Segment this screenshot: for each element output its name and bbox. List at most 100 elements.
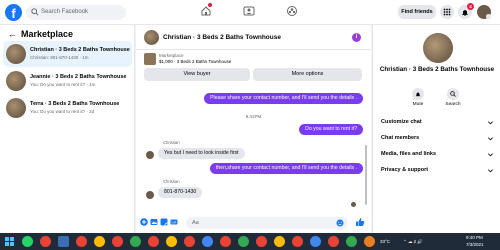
chat-scrollbar[interactable] — [365, 145, 367, 205]
conversation-item-jeannie[interactable]: Jeannie · 3 Beds 2 Baths Townhouse You: … — [3, 68, 132, 94]
customize-chat-row[interactable]: Customize chat — [378, 117, 496, 129]
conversation-item-christian[interactable]: Christian · 3 Beds 2 Baths Townhouse Chr… — [3, 41, 132, 67]
chrome-icon[interactable] — [148, 236, 159, 247]
conversation-large-thumbnail[interactable] — [423, 33, 453, 63]
message-input[interactable]: Aa — [186, 217, 348, 229]
outgoing-message: Do you want to rent it? — [299, 124, 363, 135]
sender-name: Christian — [163, 179, 180, 184]
incoming-message: 801-870-1430 — [158, 187, 203, 198]
chat-title[interactable]: Christian · 3 Beds 2 Baths Townhouse — [163, 34, 281, 41]
chrome-icon[interactable] — [40, 236, 51, 247]
app-icon[interactable] — [58, 236, 69, 247]
chat-thumbnail[interactable] — [144, 30, 159, 45]
chat-members-row[interactable]: Chat members — [378, 133, 496, 145]
marketplace-inbox-sidebar: ← Marketplace Christian · 3 Beds 2 Baths … — [0, 25, 135, 233]
groups-icon[interactable] — [243, 5, 255, 17]
seen-indicator-avatar — [351, 202, 356, 207]
taskbar-date[interactable]: 7/3/2021 — [466, 242, 484, 247]
search-icon — [31, 8, 39, 16]
sticker-icon[interactable] — [160, 218, 168, 226]
listing-thumbnail — [144, 53, 156, 65]
chrome-icon[interactable] — [112, 236, 123, 247]
thumbs-up-icon[interactable] — [355, 217, 365, 227]
conversation-preview: You: Do you want to rent it? · 2d — [30, 109, 95, 114]
chrome-icon[interactable] — [220, 236, 231, 247]
chrome-icon[interactable] — [328, 236, 339, 247]
chrome-icon[interactable] — [292, 236, 303, 247]
chrome-icon[interactable] — [76, 236, 87, 247]
chevron-down-icon — [488, 121, 493, 125]
search-button-circle — [447, 88, 459, 100]
conversation-item-terra[interactable]: Terra · 3 Beds 2 Baths Townhouse You: Do… — [3, 95, 132, 121]
chevron-down-icon — [488, 153, 493, 157]
grid-menu-icon — [443, 8, 451, 16]
outgoing-message: Please share your contact number, and I'… — [204, 93, 363, 104]
search-placeholder: Search Facebook — [41, 9, 89, 15]
search-facebook-input[interactable]: Search Facebook — [26, 5, 126, 20]
chrome-icon[interactable] — [346, 236, 357, 247]
chrome-icon[interactable] — [274, 236, 285, 247]
gaming-icon[interactable] — [286, 5, 298, 17]
system-tray-icons[interactable]: ⌃ ☁ ♯ 🔊 — [403, 239, 423, 245]
info-icon[interactable]: i — [352, 33, 361, 42]
sidebar-header: ← Marketplace — [8, 29, 73, 39]
find-friends-button[interactable]: Find friends — [398, 5, 436, 19]
mute-action[interactable]: Mute — [403, 88, 433, 107]
facebook-logo[interactable]: f — [5, 4, 22, 21]
menu-button[interactable] — [440, 5, 454, 19]
section-label: Media, files and links — [381, 151, 437, 157]
conversation-preview: Christian: 801-870-1430 · 1m — [30, 55, 89, 60]
sender-name: Christian — [163, 140, 180, 145]
chrome-icon[interactable] — [256, 236, 267, 247]
conversation-name: Christian · 3 Beds 2 Baths Townhouse — [30, 47, 130, 53]
view-buyer-button[interactable]: View buyer — [144, 68, 250, 81]
listing-detail: $1,000 · 3 Beds 2 Baths Townhouse — [159, 59, 232, 64]
windows-start-icon[interactable] — [4, 236, 15, 247]
section-label: Customize chat — [381, 119, 422, 125]
chrome-icon[interactable] — [310, 236, 321, 247]
sender-avatar — [146, 191, 154, 199]
chrome-icon[interactable] — [130, 236, 141, 247]
listing-card[interactable]: Marketplace $1,000 · 3 Beds 2 Baths Town… — [144, 53, 362, 67]
search-action[interactable]: Search — [438, 88, 468, 107]
outgoing-message: then,share your contact number, and I'll… — [209, 163, 363, 174]
conversation-thumbnail — [6, 44, 26, 64]
message-composer: GIF Aa — [136, 213, 371, 233]
more-options-button[interactable]: More options — [253, 68, 362, 81]
privacy-support-row[interactable]: Privacy & support — [378, 165, 496, 177]
conversation-thumbnail — [6, 71, 26, 91]
whatsapp-icon[interactable] — [22, 236, 33, 247]
notifications-button[interactable]: 4 — [458, 3, 474, 19]
emoji-icon[interactable] — [336, 219, 344, 227]
sender-avatar — [146, 151, 154, 159]
chrome-icon[interactable] — [94, 236, 105, 247]
message-list[interactable]: Please share your contact number, and I'… — [136, 85, 371, 213]
taskbar-time[interactable]: 9:40 PM — [466, 235, 483, 240]
media-files-links-row[interactable]: Media, files and links — [378, 149, 496, 161]
back-arrow-icon[interactable]: ← — [8, 29, 17, 39]
windows-taskbar: 33°C ⌃ ☁ ♯ 🔊 9:40 PM 7/3/2021 — [0, 233, 500, 250]
chat-header: Christian · 3 Beds 2 Baths Townhouse i — [136, 25, 371, 50]
gif-icon[interactable]: GIF — [170, 218, 178, 226]
incoming-message: Yes but I need to look inside first — [158, 148, 245, 159]
search-label: Search — [445, 102, 461, 107]
home-notification-dot — [208, 3, 212, 7]
details-title: Christian · 3 Beds 2 Baths Townhouse — [379, 66, 495, 73]
profile-avatar[interactable] — [477, 5, 491, 19]
sidebar-title: Marketplace — [21, 29, 74, 39]
plus-circle-icon[interactable] — [140, 218, 148, 226]
timestamp-separator: 9:41PM — [245, 114, 262, 119]
mute-label: Mute — [412, 102, 424, 107]
chevron-down-icon — [488, 137, 493, 141]
chrome-icon[interactable] — [202, 236, 213, 247]
image-icon[interactable] — [150, 218, 158, 226]
mute-button-circle — [412, 88, 424, 100]
search-icon — [450, 91, 456, 97]
chrome-icon[interactable] — [166, 236, 177, 247]
conversation-name: Jeannie · 3 Beds 2 Baths Townhouse — [30, 74, 127, 80]
weather-icon[interactable] — [364, 236, 375, 247]
temperature-readout: 33°C — [380, 239, 391, 244]
chevron-down-icon — [488, 169, 493, 173]
chrome-icon[interactable] — [238, 236, 249, 247]
chrome-icon[interactable] — [184, 236, 195, 247]
